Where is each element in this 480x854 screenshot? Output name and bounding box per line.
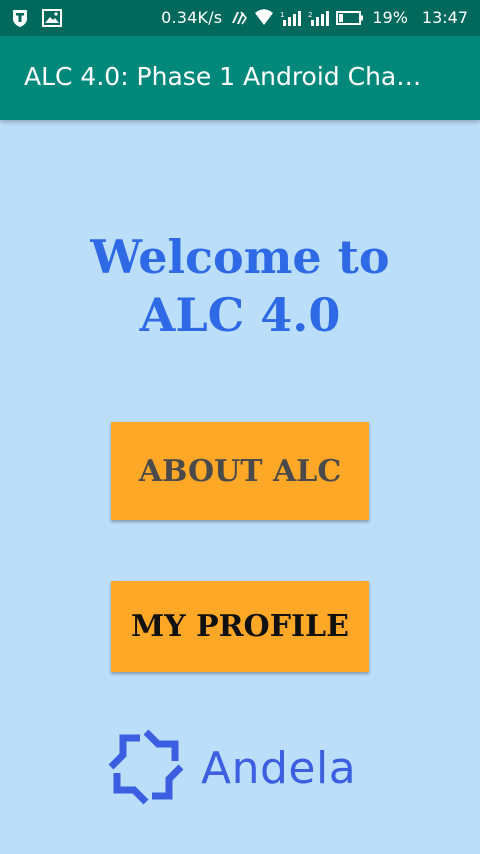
andela-logo-icon — [107, 728, 185, 810]
signal-icon: 2 — [308, 9, 330, 27]
signal-icon: 1 — [280, 9, 302, 27]
battery-icon — [336, 10, 364, 26]
data-sync-icon — [228, 9, 248, 27]
network-speed: 0.34K/s — [161, 8, 223, 27]
my-profile-button[interactable]: MY PROFILE — [111, 581, 369, 672]
andela-logo: Andela — [107, 728, 356, 810]
battery-percentage: 19% — [372, 8, 408, 27]
welcome-heading: Welcome to ALC 4.0 — [90, 230, 390, 342]
app-bar: ALC 4.0: Phase 1 Android Cha… — [0, 36, 480, 120]
notification-icons — [10, 8, 62, 28]
about-alc-button[interactable]: ABOUT ALC — [111, 422, 369, 520]
svg-text:2: 2 — [308, 11, 312, 19]
screen: 0.34K/s 1 2 19% 13:47 ALC 4.0: Phase 1 A… — [0, 0, 480, 854]
image-notification-icon — [42, 9, 62, 27]
andela-wordmark: Andela — [201, 743, 357, 794]
clock: 13:47 — [421, 8, 468, 27]
shield-notification-icon — [10, 8, 30, 28]
wifi-icon — [254, 8, 274, 27]
app-title: ALC 4.0: Phase 1 Android Cha… — [24, 62, 422, 91]
system-tray: 0.34K/s 1 2 19% 13:47 — [161, 8, 468, 27]
svg-text:1: 1 — [280, 11, 284, 19]
status-bar: 0.34K/s 1 2 19% 13:47 — [0, 0, 480, 36]
